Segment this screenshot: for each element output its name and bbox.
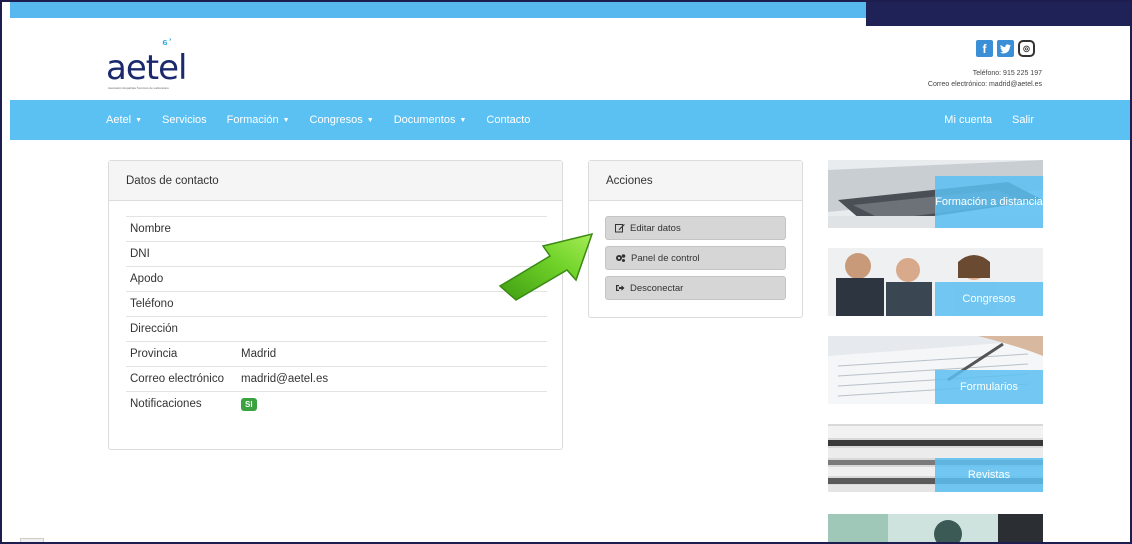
logo-text: aetel [106, 48, 187, 88]
nav-item-servicios[interactable]: Servicios [162, 114, 207, 126]
row-label: Teléfono [130, 298, 174, 310]
sign-out-icon [616, 285, 625, 291]
instagram-icon[interactable]: ◎ [1018, 40, 1035, 57]
twitter-icon[interactable] [997, 40, 1014, 57]
row-value: Madrid [241, 348, 277, 360]
row-label: Apodo [130, 273, 164, 285]
edit-icon [615, 224, 625, 233]
contact-data-table: Nombre DNI Apodo Teléfono Dirección Prov… [126, 216, 547, 416]
button-label: Desconectar [630, 282, 684, 294]
bottom-tab [20, 538, 44, 542]
table-row: Dirección [126, 316, 547, 341]
top-strip-dark [866, 2, 1130, 26]
nav-item-label: Contacto [486, 114, 531, 126]
table-row: Teléfono [126, 291, 547, 316]
nav-account: Mi cuenta Salir [944, 100, 1034, 140]
logout-link[interactable]: Salir [1012, 114, 1034, 126]
nav-item-label: Servicios [162, 114, 207, 126]
nav-item-label: Formación [226, 114, 279, 126]
edit-data-button[interactable]: Editar datos [605, 216, 786, 240]
lab-image [828, 514, 1043, 542]
tile-caption: Congresos [935, 282, 1043, 316]
contact-data-panel: Datos de contacto Nombre DNI Apodo Teléf… [108, 160, 563, 450]
table-row: Apodo [126, 266, 547, 291]
caret-down-icon: ▼ [135, 116, 143, 124]
social-links: f ◎ [976, 40, 1035, 57]
notifications-badge: SI [241, 397, 257, 411]
table-row: Notificaciones SI [126, 391, 547, 416]
aetel-logo[interactable]: ⁶ʾ aetel Asociación Española Técnicos de… [106, 36, 216, 96]
table-row: Provincia Madrid [126, 341, 547, 366]
nav-menu: Aetel ▼ Servicios Formación ▼ Congresos ▼ D… [106, 100, 530, 140]
nav-item-label: Documentos [393, 114, 456, 126]
table-row: Correo electrónico madrid@aetel.es [126, 366, 547, 391]
row-label: DNI [130, 248, 150, 260]
tile-caption: Formación a distancia [935, 176, 1043, 228]
control-panel-button[interactable]: Panel de control [605, 246, 786, 270]
tile-partial[interactable] [828, 514, 1043, 542]
button-label: Panel de control [631, 252, 700, 264]
actions-panel: Acciones Editar datos Panel de control D… [588, 160, 803, 318]
tile-formularios[interactable]: Formularios [828, 336, 1043, 404]
tile-caption: Revistas [935, 458, 1043, 492]
nav-item-contacto[interactable]: Contacto [486, 114, 530, 126]
table-row: Nombre [126, 216, 547, 241]
gears-icon [616, 254, 626, 262]
nav-item-congresos[interactable]: Congresos ▼ [310, 114, 374, 126]
nav-item-aetel[interactable]: Aetel ▼ [106, 114, 142, 126]
tile-formacion[interactable]: Formación a distancia [828, 160, 1043, 228]
caret-down-icon: ▼ [459, 116, 467, 124]
header-contact: Teléfono: 915 225 197 Correo electrónico… [928, 68, 1042, 90]
tile-caption: Formularios [935, 370, 1043, 404]
main-nav: Aetel ▼ Servicios Formación ▼ Congresos ▼ D… [10, 100, 1130, 140]
logo-tagline: Asociación Española Técnicos de Laborato… [108, 86, 169, 90]
nav-item-label: Congresos [309, 114, 363, 126]
nav-item-formacion[interactable]: Formación ▼ [227, 114, 290, 126]
tile-congresos[interactable]: Congresos [828, 248, 1043, 316]
row-label: Correo electrónico [130, 373, 224, 385]
disconnect-button[interactable]: Desconectar [605, 276, 786, 300]
facebook-icon[interactable]: f [976, 40, 993, 57]
header-phone: Teléfono: 915 225 197 [972, 70, 1042, 77]
row-label: Provincia [130, 348, 178, 360]
caret-down-icon: ▼ [366, 116, 374, 124]
notifications-value: SI [241, 397, 257, 411]
panel-title: Acciones [589, 161, 802, 201]
row-label: Notificaciones [130, 398, 202, 410]
tile-revistas[interactable]: Revistas [828, 424, 1043, 492]
header-email[interactable]: Correo electrónico: madrid@aetel.es [928, 79, 1042, 90]
row-label: Nombre [130, 223, 171, 235]
page-frame: ⁶ʾ aetel Asociación Española Técnicos de… [0, 0, 1132, 544]
my-account-link[interactable]: Mi cuenta [944, 114, 992, 126]
table-row: DNI [126, 241, 547, 266]
caret-down-icon: ▼ [282, 116, 290, 124]
row-value: madrid@aetel.es [241, 373, 329, 385]
button-label: Editar datos [630, 222, 681, 234]
nav-item-label: Aetel [106, 114, 132, 126]
row-label: Dirección [130, 323, 178, 335]
arrow-pointer-icon [498, 232, 594, 301]
nav-item-documentos[interactable]: Documentos ▼ [394, 114, 467, 126]
panel-title: Datos de contacto [109, 161, 562, 201]
